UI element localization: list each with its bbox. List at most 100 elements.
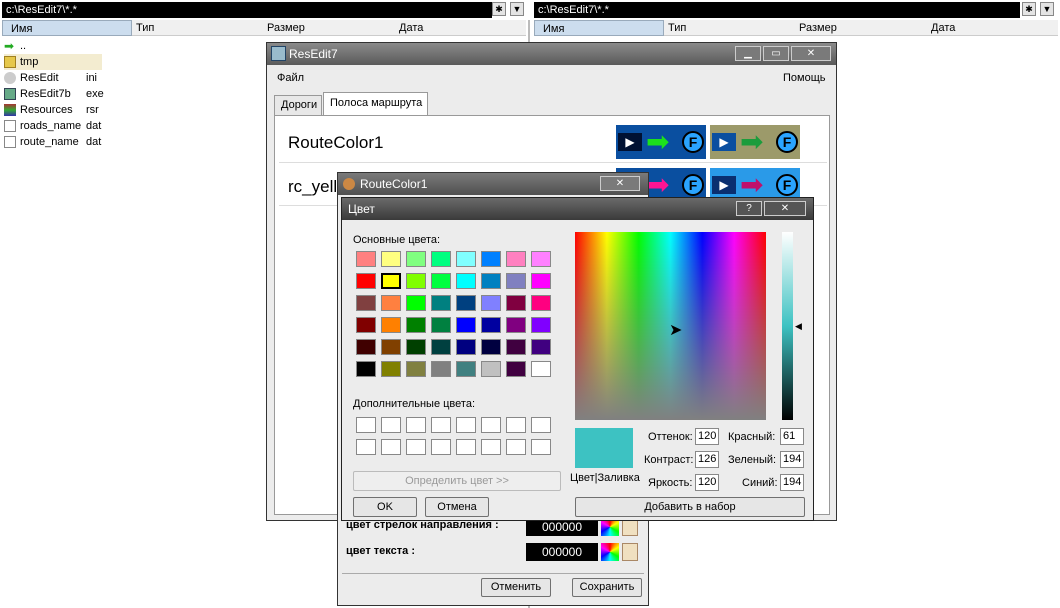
basic-color-swatch[interactable] [481,361,501,377]
basic-color-swatch[interactable] [431,251,451,267]
custom-color-swatch[interactable] [431,439,451,455]
ok-button[interactable]: OK [353,497,417,517]
basic-color-swatch[interactable] [381,317,401,333]
basic-color-swatch[interactable] [406,295,426,311]
col-date[interactable]: Дата [399,20,423,36]
basic-color-swatch[interactable] [356,295,376,311]
menu-help[interactable]: Помощь [783,72,826,84]
basic-color-swatch[interactable] [381,339,401,355]
col-name[interactable]: Имя [534,20,664,36]
basic-color-swatch[interactable] [406,361,426,377]
basic-color-swatch[interactable] [506,361,526,377]
file-item[interactable]: ResEdit7b exe [4,86,104,102]
close-button[interactable]: ✕ [764,201,806,216]
basic-color-swatch[interactable] [356,251,376,267]
basic-color-swatch[interactable] [431,339,451,355]
palette-icon[interactable] [601,543,619,561]
basic-color-swatch[interactable] [481,339,501,355]
file-item[interactable]: roads_name dat [4,118,102,134]
blue-input[interactable]: 194 [780,474,804,491]
basic-color-swatch[interactable] [506,251,526,267]
save-button[interactable]: Сохранить [572,578,642,597]
custom-color-swatch[interactable] [531,439,551,455]
close-button[interactable]: ✕ [791,46,831,61]
col-date[interactable]: Дата [931,20,955,36]
basic-color-swatch[interactable] [481,251,501,267]
basic-color-swatch[interactable] [406,317,426,333]
basic-color-swatch[interactable] [406,251,426,267]
basic-color-swatch[interactable] [381,295,401,311]
hue-input[interactable]: 120 [695,428,719,445]
file-item[interactable]: ResEdit ini [4,70,102,86]
file-item[interactable]: ➡.. [4,38,102,54]
basic-color-swatch[interactable] [406,273,426,289]
basic-color-swatch[interactable] [381,251,401,267]
custom-color-swatch[interactable] [481,439,501,455]
maximize-button[interactable]: ▭ [763,46,789,61]
text-color-value[interactable]: 000000 [526,543,598,561]
basic-color-swatch[interactable] [356,317,376,333]
basic-color-swatch[interactable] [531,251,551,267]
basic-color-swatch[interactable] [531,339,551,355]
col-size[interactable]: Размер [799,20,837,36]
basic-color-swatch[interactable] [456,317,476,333]
minimize-button[interactable]: ▁ [735,46,761,61]
file-item[interactable]: tmp [4,54,102,70]
basic-color-swatch[interactable] [506,339,526,355]
custom-color-swatch[interactable] [406,439,426,455]
custom-color-swatch[interactable] [381,439,401,455]
file-item[interactable]: route_name dat [4,134,102,150]
basic-color-swatch[interactable] [456,361,476,377]
basic-color-swatch[interactable] [431,295,451,311]
add-to-custom-button[interactable]: Добавить в набор [575,497,805,517]
basic-color-swatch[interactable] [456,339,476,355]
green-input[interactable]: 194 [780,451,804,468]
custom-color-swatch[interactable] [506,417,526,433]
tab-route-strip[interactable]: Полоса маршрута [323,92,428,116]
custom-color-swatch[interactable] [506,439,526,455]
basic-color-swatch[interactable] [431,361,451,377]
help-button[interactable]: ? [736,201,762,216]
tab-roads[interactable]: Дороги [274,95,322,115]
route-preview[interactable]: ▶ ➡ F [710,125,800,159]
luminance-input[interactable]: 120 [695,474,719,491]
basic-color-swatch[interactable] [431,317,451,333]
define-color-button[interactable]: Определить цвет >> [353,471,561,491]
route-preview[interactable]: ▶ ➡ F [616,125,706,159]
basic-color-swatch[interactable] [531,317,551,333]
basic-color-swatch[interactable] [506,273,526,289]
custom-color-swatch[interactable] [456,417,476,433]
custom-color-swatch[interactable] [531,417,551,433]
col-size[interactable]: Размер [267,20,305,36]
basic-color-swatch[interactable] [456,251,476,267]
custom-color-swatch[interactable] [381,417,401,433]
saturation-input[interactable]: 126 [695,451,719,468]
route-row-label[interactable]: RouteColor1 [288,133,383,153]
basic-color-swatch[interactable] [506,317,526,333]
custom-color-swatch[interactable] [456,439,476,455]
basic-color-swatch[interactable] [381,361,401,377]
basic-color-swatch[interactable] [356,339,376,355]
cancel-button[interactable]: Отмена [425,497,489,517]
basic-color-swatch[interactable] [456,273,476,289]
basic-color-swatch[interactable] [356,361,376,377]
custom-color-swatch[interactable] [356,439,376,455]
close-button[interactable]: ✕ [600,176,640,191]
col-type[interactable]: Тип [668,20,686,36]
left-star-button[interactable]: ✱ [492,2,506,16]
file-item[interactable]: Resources rsr [4,102,102,118]
menu-file[interactable]: Файл [277,72,304,84]
basic-color-swatch[interactable] [531,295,551,311]
custom-color-swatch[interactable] [481,417,501,433]
basic-color-swatch[interactable] [481,317,501,333]
cancel-button[interactable]: Отменить [481,578,551,597]
custom-color-swatch[interactable] [406,417,426,433]
col-type[interactable]: Тип [136,20,154,36]
custom-color-swatch[interactable] [431,417,451,433]
basic-color-swatch[interactable] [481,295,501,311]
right-star-button[interactable]: ✱ [1022,2,1036,16]
basic-color-swatch[interactable] [531,361,551,377]
basic-color-swatch[interactable] [381,273,401,289]
basic-color-swatch[interactable] [431,273,451,289]
col-name[interactable]: Имя [2,20,132,36]
